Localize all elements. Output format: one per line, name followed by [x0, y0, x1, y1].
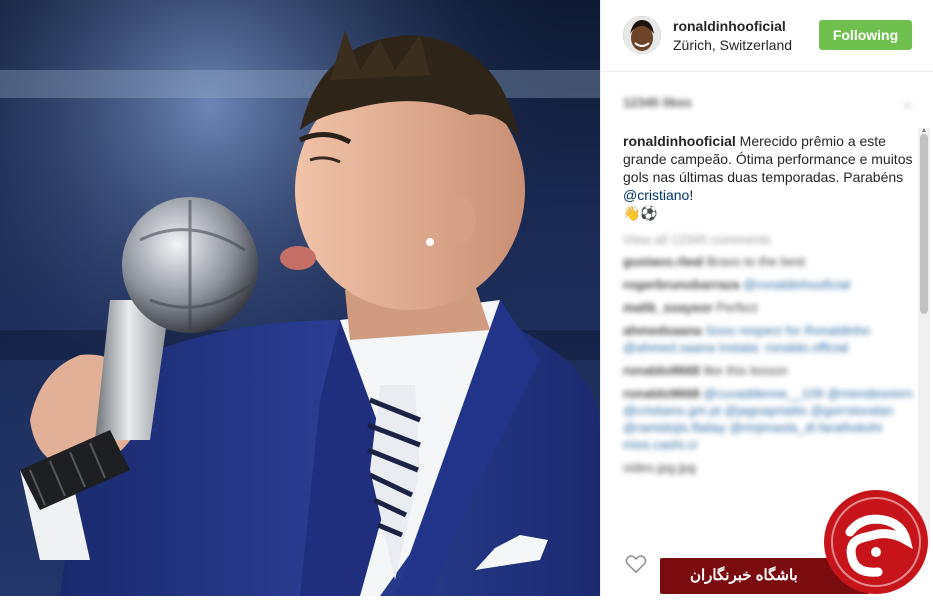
- comment-text: Bravo to the best: [706, 254, 806, 269]
- username-link[interactable]: ronaldinhooficial: [673, 18, 786, 34]
- comment-user[interactable]: gustavo.rleal: [623, 254, 703, 269]
- comment-text: video.jpg.jpg: [623, 460, 696, 475]
- comment-user[interactable]: ahmedsaana: [623, 323, 702, 338]
- avatar[interactable]: [623, 16, 661, 54]
- comment-text: like this lesson: [703, 363, 788, 378]
- caption-username[interactable]: ronaldinhooficial: [623, 133, 736, 149]
- comment-user[interactable]: malik_ssayeor: [623, 300, 713, 315]
- comment-user[interactable]: rogerbrunobarraza: [623, 277, 739, 292]
- comment-item: ronaldo9668 @cuvaddenne__109 @mendesreir…: [623, 385, 915, 453]
- comment-item: malik_ssayeor Perfect: [623, 299, 915, 316]
- scroll-thumb[interactable]: [920, 134, 928, 314]
- comment-user[interactable]: ronaldo9668: [623, 386, 700, 401]
- avatar-image: [623, 16, 661, 54]
- caption-emoji: 👋⚽: [623, 205, 658, 221]
- chevron-down-icon[interactable]: ⌄: [902, 95, 913, 111]
- comment-item: video.jpg.jpg: [623, 459, 915, 476]
- comment-user[interactable]: ronaldo9668: [623, 363, 700, 378]
- comments-scrollbar[interactable]: ▲ ▼: [918, 127, 930, 548]
- likes-row: 12345 likes ⌄: [623, 95, 913, 111]
- comment-text[interactable]: @ronaldinhooficial: [743, 277, 850, 292]
- post-photo[interactable]: [0, 0, 600, 596]
- following-button[interactable]: Following: [819, 20, 912, 50]
- caption-end: !: [689, 187, 694, 203]
- view-all-comments[interactable]: View all 12345 comments: [623, 232, 915, 247]
- comments-list: ronaldinhooficial Merecido prêmio a este…: [623, 132, 915, 476]
- comment-text: Perfect: [716, 300, 758, 315]
- comment-item: ahmedsaana Sooo respect for Ronaldinho @…: [623, 322, 915, 356]
- watermark-text: باشگاه خبرنگاران: [690, 567, 798, 584]
- caption: ronaldinhooficial Merecido prêmio a este…: [623, 132, 915, 222]
- heart-icon[interactable]: [625, 554, 647, 574]
- comment-item: rogerbrunobarraza @ronaldinhooficial: [623, 276, 915, 293]
- caption-mention[interactable]: @cristiano: [623, 187, 689, 203]
- comment-item: ronaldo9668 like this lesson: [623, 362, 915, 379]
- location-link[interactable]: Zürich, Switzerland: [673, 37, 792, 53]
- likes-count[interactable]: 12345 likes: [623, 95, 692, 110]
- watermark-logo-icon: [822, 488, 930, 596]
- comment-item: gustavo.rleal Bravo to the best: [623, 253, 915, 270]
- photo-illustration: [0, 0, 600, 596]
- post-header: ronaldinhooficial Zürich, Switzerland Fo…: [601, 0, 933, 72]
